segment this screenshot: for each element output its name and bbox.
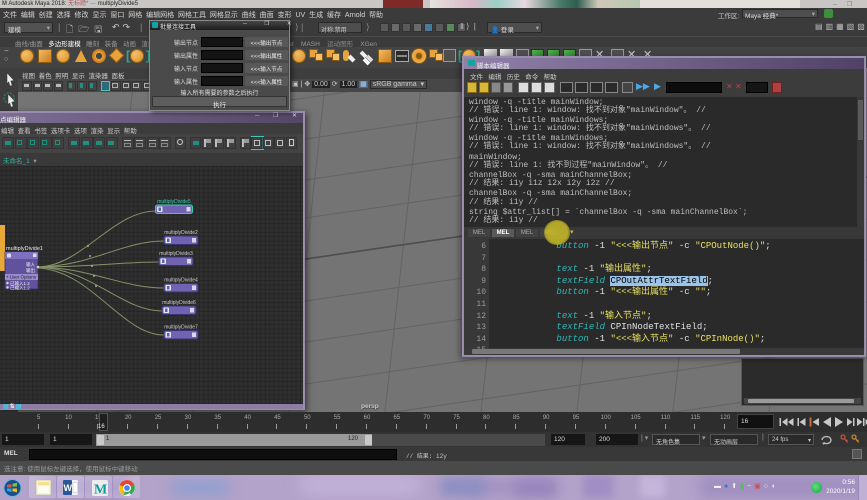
svg-text:multiplyDivide6: multiplyDivide6 [162,300,196,306]
svg-text:multiplyDivide4: multiplyDivide4 [164,278,198,284]
svg-text:M: M [94,483,107,498]
svg-text:W: W [64,483,73,493]
svg-text:multiplyDivide5: multiplyDivide5 [157,199,191,205]
svg-text:multiplyDivide2: multiplyDivide2 [164,230,198,236]
svg-text:multiplyDivide7: multiplyDivide7 [164,325,198,331]
svg-text:multiplyDivide3: multiplyDivide3 [159,251,193,257]
